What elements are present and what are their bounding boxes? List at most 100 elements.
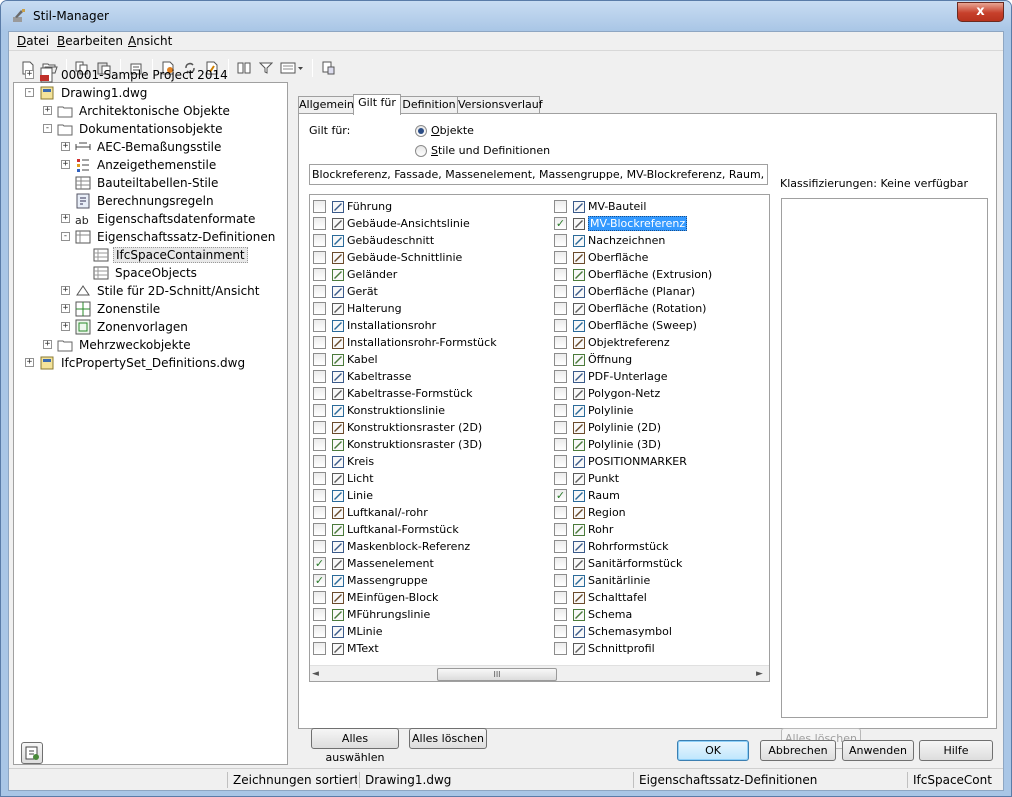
left-object-item[interactable]: Gebäude-Schnittlinie bbox=[313, 249, 462, 266]
tree-expander[interactable]: + bbox=[43, 340, 52, 349]
checkbox[interactable] bbox=[313, 302, 326, 315]
checkbox[interactable] bbox=[554, 438, 567, 451]
left-object-item[interactable]: Installationsrohr bbox=[313, 317, 436, 334]
right-object-item[interactable]: Öffnung bbox=[554, 351, 632, 368]
scroll-thumb[interactable]: III bbox=[437, 668, 557, 681]
right-object-item[interactable]: Oberfläche bbox=[554, 249, 648, 266]
tree-expander[interactable]: + bbox=[61, 286, 70, 295]
classifications-list[interactable] bbox=[781, 198, 988, 718]
checkbox[interactable] bbox=[554, 404, 567, 417]
checkbox[interactable] bbox=[313, 540, 326, 553]
checkbox[interactable] bbox=[554, 642, 567, 655]
checkbox[interactable] bbox=[313, 523, 326, 536]
checkbox[interactable] bbox=[554, 285, 567, 298]
ok-button[interactable]: OK bbox=[677, 740, 749, 761]
tree-expander[interactable]: - bbox=[61, 232, 70, 241]
left-object-item[interactable]: Kreis bbox=[313, 453, 374, 470]
left-object-item[interactable]: Maskenblock-Referenz bbox=[313, 538, 470, 555]
left-object-item[interactable]: Luftkanal/-rohr bbox=[313, 504, 428, 521]
right-object-item[interactable]: Oberfläche (Rotation) bbox=[554, 300, 706, 317]
right-object-item[interactable]: Polylinie (2D) bbox=[554, 419, 661, 436]
checkbox[interactable] bbox=[313, 234, 326, 247]
checkbox[interactable] bbox=[313, 642, 326, 655]
tree-item[interactable]: Architektonische Objekte bbox=[57, 102, 232, 119]
checkbox[interactable] bbox=[554, 472, 567, 485]
right-object-item[interactable]: Schemasymbol bbox=[554, 623, 672, 640]
right-object-item[interactable]: ✓ MV-Blockreferenz bbox=[554, 215, 688, 232]
right-object-item[interactable]: Region bbox=[554, 504, 626, 521]
left-object-item[interactable]: Gebäude-Ansichtslinie bbox=[313, 215, 470, 232]
left-object-item[interactable]: ✓ Massenelement bbox=[313, 555, 434, 572]
checkbox[interactable] bbox=[554, 336, 567, 349]
checkbox[interactable]: ✓ bbox=[313, 574, 326, 587]
checkbox[interactable] bbox=[554, 455, 567, 468]
tree-expander[interactable]: + bbox=[61, 304, 70, 313]
checkbox[interactable] bbox=[554, 557, 567, 570]
tree-expander[interactable]: + bbox=[61, 142, 70, 151]
checkbox[interactable] bbox=[554, 387, 567, 400]
radio-stile-definitionen-dot[interactable] bbox=[415, 144, 427, 157]
left-object-item[interactable]: ✓ Massengruppe bbox=[313, 572, 428, 589]
checkbox[interactable] bbox=[554, 506, 567, 519]
right-object-item[interactable]: ✓ Raum bbox=[554, 487, 620, 504]
tree-item[interactable]: Zonenstile bbox=[75, 300, 162, 317]
left-object-item[interactable]: MEinfügen-Block bbox=[313, 589, 438, 606]
tree-item[interactable]: ab Eigenschaftsdatenformate bbox=[75, 210, 257, 227]
checkbox[interactable] bbox=[554, 574, 567, 587]
radio-objekte[interactable]: Objekte bbox=[415, 124, 474, 137]
checkbox[interactable] bbox=[313, 268, 326, 281]
checkbox[interactable] bbox=[313, 387, 326, 400]
right-object-item[interactable]: Nachzeichnen bbox=[554, 232, 665, 249]
right-object-item[interactable]: Schnittprofil bbox=[554, 640, 655, 657]
apply-button[interactable]: Anwenden bbox=[842, 740, 914, 761]
tree-item[interactable]: 00001-Sample Project 2014 bbox=[39, 66, 230, 83]
left-object-item[interactable]: MText bbox=[313, 640, 379, 657]
right-object-item[interactable]: Schema bbox=[554, 606, 632, 623]
tree-item[interactable]: IfcPropertySet_Definitions.dwg bbox=[39, 354, 247, 371]
checkbox[interactable] bbox=[313, 438, 326, 451]
tab-definition[interactable]: Definition bbox=[400, 96, 458, 114]
cancel-button[interactable]: Abbrechen bbox=[760, 740, 836, 761]
help-button[interactable]: Hilfe bbox=[919, 740, 993, 761]
checkbox[interactable] bbox=[554, 421, 567, 434]
tree-item[interactable]: Bauteiltabellen-Stile bbox=[75, 174, 220, 191]
left-object-item[interactable]: Führung bbox=[313, 198, 392, 215]
left-object-item[interactable]: Kabeltrasse bbox=[313, 368, 411, 385]
right-object-item[interactable]: Polylinie bbox=[554, 402, 633, 419]
right-object-item[interactable]: Polylinie (3D) bbox=[554, 436, 661, 453]
style-tree[interactable]: +00001-Sample Project 2014 - Drawing1.dwg +… bbox=[13, 67, 288, 765]
checkbox[interactable] bbox=[313, 455, 326, 468]
radio-objekte-dot[interactable] bbox=[415, 124, 427, 137]
tree-item[interactable]: Berechnungsregeln bbox=[75, 192, 216, 209]
checkbox[interactable] bbox=[554, 319, 567, 332]
right-object-item[interactable]: Oberfläche (Planar) bbox=[554, 283, 695, 300]
right-object-item[interactable]: MV-Bauteil bbox=[554, 198, 646, 215]
checkbox[interactable] bbox=[554, 251, 567, 264]
checkbox[interactable] bbox=[313, 489, 326, 502]
left-object-item[interactable]: Geländer bbox=[313, 266, 397, 283]
menu-bearbeiten[interactable]: Bearbeiten bbox=[57, 34, 123, 48]
scroll-right-arrow[interactable]: ► bbox=[756, 669, 763, 679]
right-object-item[interactable]: Oberfläche (Sweep) bbox=[554, 317, 697, 334]
checkbox[interactable] bbox=[554, 523, 567, 536]
horizontal-scrollbar[interactable]: ◄ III ► bbox=[310, 665, 769, 681]
right-object-item[interactable]: Polygon-Netz bbox=[554, 385, 660, 402]
select-all-button[interactable]: Alles auswählen bbox=[311, 728, 399, 764]
tree-item[interactable]: Anzeigethemenstile bbox=[75, 156, 218, 173]
left-object-item[interactable]: Kabeltrasse-Formstück bbox=[313, 385, 473, 402]
info-icon[interactable] bbox=[21, 742, 43, 764]
left-object-item[interactable]: Konstruktionsraster (2D) bbox=[313, 419, 482, 436]
toggle-view-icon[interactable] bbox=[319, 59, 337, 77]
tab-gilt-fuer[interactable]: Gilt für bbox=[353, 94, 401, 115]
right-object-item[interactable]: Oberfläche (Extrusion) bbox=[554, 266, 712, 283]
tree-item[interactable]: Mehrzweckobjekte bbox=[57, 336, 193, 353]
checkbox[interactable] bbox=[313, 319, 326, 332]
tree-expander[interactable]: + bbox=[61, 322, 70, 331]
title-bar[interactable]: Stil-Manager x bbox=[1, 1, 1011, 31]
right-object-item[interactable]: Sanitärformstück bbox=[554, 555, 682, 572]
right-object-item[interactable]: Sanitärlinie bbox=[554, 572, 650, 589]
checkbox[interactable] bbox=[313, 251, 326, 264]
left-object-item[interactable]: Konstruktionsraster (3D) bbox=[313, 436, 482, 453]
checkbox[interactable] bbox=[313, 353, 326, 366]
right-object-item[interactable]: Rohr bbox=[554, 521, 613, 538]
